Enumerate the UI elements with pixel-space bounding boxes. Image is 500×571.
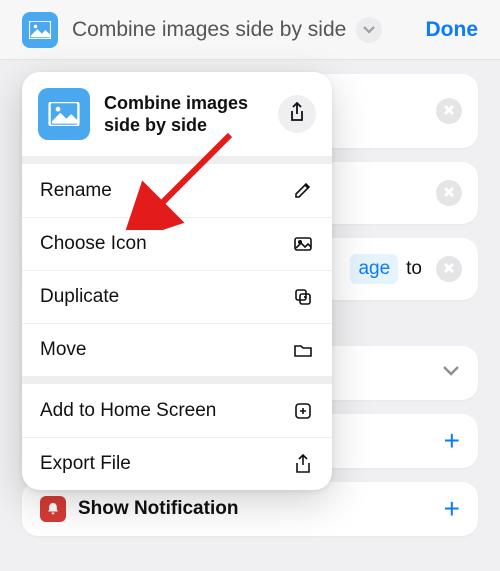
show-notification-action[interactable]: Show Notification + [22, 482, 478, 536]
duplicate-icon [292, 286, 314, 308]
menu-item-move[interactable]: Move [22, 323, 332, 376]
image-icon [292, 233, 314, 255]
action-text: to [406, 258, 422, 280]
menu-header: Combine images side by side [22, 72, 332, 164]
shortcut-icon [38, 88, 90, 140]
add-square-icon [292, 400, 314, 422]
menu-title: Combine images side by side [104, 92, 278, 137]
menu-item-duplicate[interactable]: Duplicate [22, 270, 332, 323]
share-button[interactable] [278, 95, 316, 133]
menu-item-label: Move [40, 339, 86, 361]
plus-icon: + [444, 495, 460, 523]
remove-action-button[interactable] [436, 256, 462, 282]
bell-icon [40, 496, 66, 522]
menu-item-label: Duplicate [40, 286, 119, 308]
shortcut-app-icon [22, 12, 58, 48]
shortcut-options-menu: Combine images side by side Rename Choos… [22, 72, 332, 490]
close-icon [444, 102, 454, 120]
menu-item-label: Choose Icon [40, 233, 147, 255]
remove-action-button[interactable] [436, 180, 462, 206]
menu-item-export-file[interactable]: Export File [22, 437, 332, 490]
close-icon [444, 260, 454, 278]
menu-item-label: Add to Home Screen [40, 400, 216, 422]
menu-item-label: Rename [40, 180, 112, 202]
chevron-down-icon [442, 364, 460, 382]
variable-token[interactable]: age [350, 254, 398, 284]
menu-item-choose-icon[interactable]: Choose Icon [22, 217, 332, 270]
plus-icon: + [444, 427, 460, 455]
close-icon [444, 184, 454, 202]
page-title: Combine images side by side [72, 18, 346, 42]
title-bar: Combine images side by side Done [0, 0, 500, 60]
menu-item-rename[interactable]: Rename [22, 164, 332, 217]
show-notification-label: Show Notification [78, 498, 238, 520]
pencil-icon [292, 180, 314, 202]
export-icon [292, 453, 314, 475]
title-chevron-button[interactable] [356, 17, 382, 43]
menu-item-label: Export File [40, 453, 131, 475]
chevron-down-icon [363, 21, 375, 39]
remove-action-button[interactable] [436, 98, 462, 124]
share-icon [289, 102, 305, 127]
done-button[interactable]: Done [426, 18, 479, 42]
folder-icon [292, 339, 314, 361]
menu-item-add-to-home[interactable]: Add to Home Screen [22, 384, 332, 437]
